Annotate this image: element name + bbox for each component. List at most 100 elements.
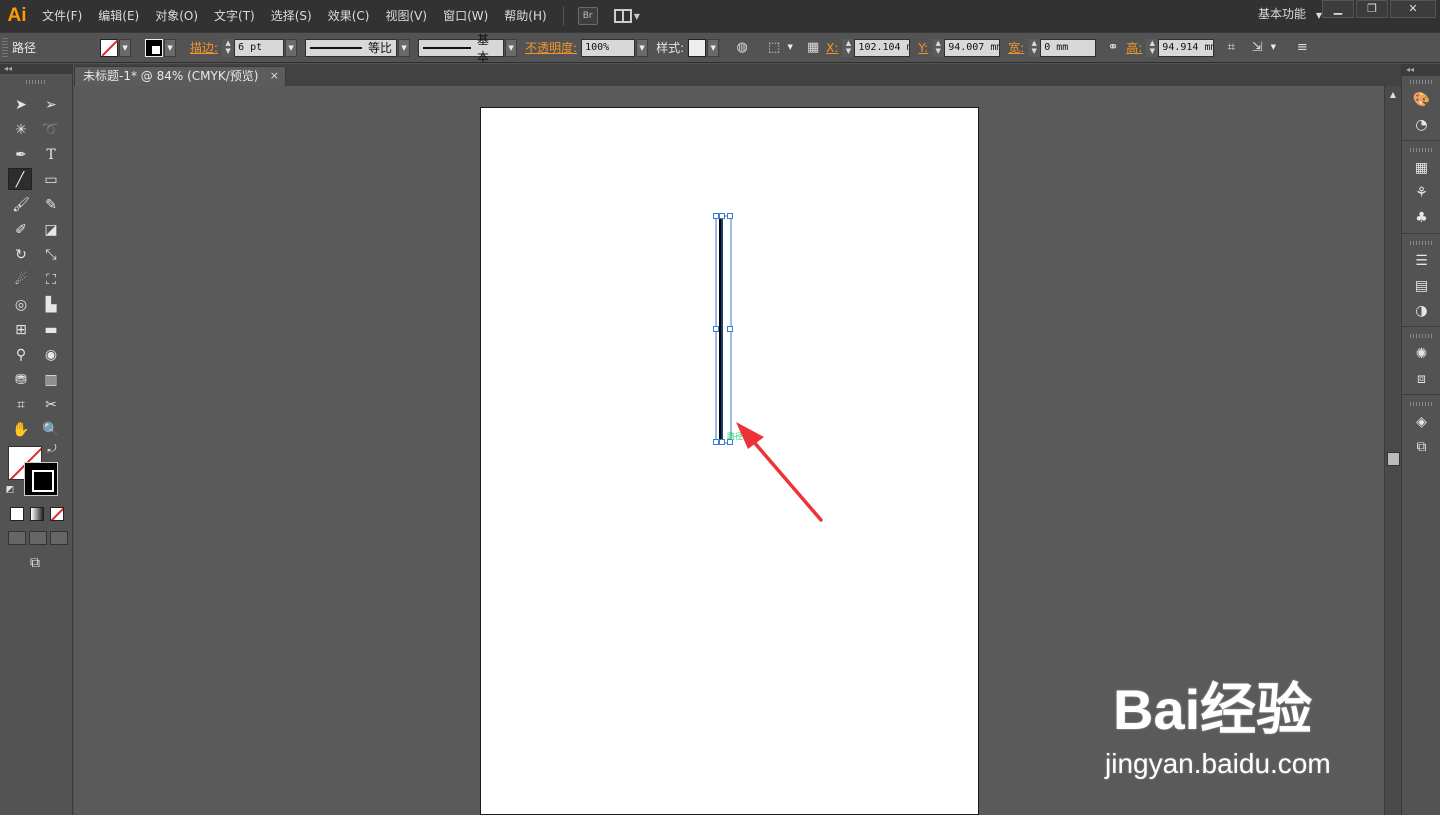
mesh-tool-icon[interactable]: ⊞: [9, 319, 33, 341]
stroke-dropdown[interactable]: ▼: [164, 38, 177, 57]
workspace-switcher[interactable]: 基本功能 ▼: [1250, 0, 1330, 32]
y-stepper[interactable]: ▲ ▼: [932, 38, 945, 57]
height-stepper[interactable]: ▲ ▼: [1146, 38, 1159, 57]
restore-icon[interactable]: ❐: [1356, 0, 1388, 18]
x-input[interactable]: 102.104 m: [854, 38, 911, 57]
y-label[interactable]: Y:: [918, 41, 928, 55]
panel-grip[interactable]: [26, 80, 46, 84]
artboards-panel-icon[interactable]: ⧉: [1402, 435, 1440, 460]
fill-swatch[interactable]: [100, 38, 119, 57]
paintbrush-tool-icon[interactable]: 🖌: [9, 194, 33, 216]
document-tab[interactable]: 未标题-1* @ 84% (CMYK/预览) ×: [74, 66, 286, 86]
fill-dropdown[interactable]: ▼: [119, 38, 132, 57]
brush-definition-select[interactable]: 基本: [418, 33, 505, 64]
stroke-label[interactable]: 描边:: [190, 39, 218, 56]
symbols-panel-icon[interactable]: ♣: [1402, 206, 1440, 231]
stroke-weight-dropdown[interactable]: ▼: [285, 38, 298, 57]
default-fill-stroke-icon[interactable]: ◩: [4, 484, 16, 496]
collapse-icon[interactable]: ◂◂: [0, 64, 72, 74]
panel-grip[interactable]: [1410, 80, 1432, 84]
expand-panels-icon[interactable]: ◂◂: [1402, 64, 1440, 76]
symbol-sprayer-tool-icon[interactable]: ⛃: [9, 369, 33, 391]
panel-menu-icon[interactable]: ≡: [1293, 39, 1311, 57]
stroke-weight-input[interactable]: 6 pt: [234, 38, 285, 57]
menu-effect[interactable]: 效果(C): [320, 0, 378, 32]
y-input[interactable]: 94.007 mm: [944, 38, 1001, 57]
eraser-tool-icon[interactable]: ◪: [39, 219, 63, 241]
stroke-color-swatch[interactable]: [24, 462, 58, 496]
blend-tool-icon[interactable]: ◉: [39, 344, 63, 366]
transform-icon[interactable]: ⌗: [1222, 39, 1240, 57]
bridge-button[interactable]: Br: [577, 7, 598, 25]
stroke-swatch[interactable]: [145, 38, 164, 57]
isolate-dropdown[interactable]: ▼: [1267, 39, 1279, 57]
artboard-tool-icon[interactable]: ⌗: [9, 394, 33, 416]
width-label[interactable]: 宽:: [1008, 39, 1024, 56]
hand-tool-icon[interactable]: ✋: [9, 419, 33, 441]
zoom-tool-icon[interactable]: 🔍: [39, 419, 63, 441]
opacity-input[interactable]: 100%: [581, 38, 636, 57]
rectangle-tool-icon[interactable]: ▭: [39, 169, 63, 191]
line-segment-tool-icon[interactable]: ╱: [8, 168, 32, 190]
panel-grip[interactable]: [1410, 148, 1432, 152]
menu-file[interactable]: 文件(F): [34, 0, 90, 32]
reference-point-icon[interactable]: ▦: [804, 39, 822, 57]
draw-behind-icon[interactable]: [29, 531, 47, 545]
gradient-tool-icon[interactable]: ▬: [39, 319, 63, 341]
brush-dropdown[interactable]: ▼: [505, 38, 518, 57]
panel-grip[interactable]: [1410, 402, 1432, 406]
selection-tool-icon[interactable]: ➤: [9, 94, 33, 116]
menu-window[interactable]: 窗口(W): [435, 0, 496, 32]
rotate-tool-icon[interactable]: ↻: [9, 244, 33, 266]
constrain-proportions-icon[interactable]: ⚭: [1104, 39, 1122, 57]
menu-object[interactable]: 对象(O): [147, 0, 206, 32]
opacity-label[interactable]: 不透明度:: [525, 39, 577, 56]
none-mode-icon[interactable]: [50, 507, 64, 521]
panel-grip[interactable]: [1410, 334, 1432, 338]
scroll-up-icon[interactable]: ▲: [1385, 90, 1401, 99]
height-input[interactable]: 94.914 mm: [1158, 38, 1215, 57]
menu-select[interactable]: 选择(S): [263, 0, 320, 32]
x-label[interactable]: X:: [826, 41, 838, 55]
pencil-tool-icon[interactable]: ✎: [39, 194, 63, 216]
direct-selection-tool-icon[interactable]: ➢: [39, 94, 63, 116]
x-stepper[interactable]: ▲ ▼: [842, 38, 855, 57]
align-to-selection-icon[interactable]: ⬚: [765, 39, 783, 57]
swap-fill-stroke-icon[interactable]: ⤾: [44, 442, 60, 456]
brushes-panel-icon[interactable]: ⚘: [1402, 181, 1440, 206]
scale-tool-icon[interactable]: ⤡: [39, 244, 63, 266]
warp-tool-icon[interactable]: ☄: [9, 269, 33, 291]
menu-help[interactable]: 帮助(H): [496, 0, 554, 32]
perspective-grid-tool-icon[interactable]: ▙: [39, 294, 63, 316]
pen-tool-icon[interactable]: ✒: [9, 144, 33, 166]
stroke-weight-stepper[interactable]: ▲ ▼: [222, 38, 235, 57]
width-input[interactable]: 0 mm: [1040, 38, 1097, 57]
align-dropdown[interactable]: ▼: [784, 39, 796, 57]
stroke-panel-icon[interactable]: ☰: [1402, 249, 1440, 274]
gradient-mode-icon[interactable]: [30, 507, 44, 521]
shape-builder-tool-icon[interactable]: ◎: [9, 294, 33, 316]
color-mode-icon[interactable]: [10, 507, 24, 521]
eyedropper-tool-icon[interactable]: ⚲: [9, 344, 33, 366]
profile-dropdown[interactable]: ▼: [398, 38, 411, 57]
magic-wand-tool-icon[interactable]: ✳: [9, 119, 33, 141]
isolate-group-icon[interactable]: ⇲: [1248, 39, 1266, 57]
column-graph-tool-icon[interactable]: ▥: [39, 369, 63, 391]
minimize-icon[interactable]: ▁: [1322, 0, 1354, 18]
swatches-panel-icon[interactable]: ▦: [1402, 156, 1440, 181]
scrollbar-thumb[interactable]: [1387, 452, 1400, 466]
color-guide-icon[interactable]: ◔: [1402, 113, 1440, 138]
recolor-artwork-icon[interactable]: ◍: [733, 39, 751, 57]
arrange-documents-button[interactable]: ▼: [613, 9, 640, 23]
opacity-dropdown[interactable]: ▼: [636, 38, 649, 57]
width-stepper[interactable]: ▲ ▼: [1028, 38, 1041, 57]
close-tab-icon[interactable]: ×: [270, 67, 279, 85]
menu-type[interactable]: 文字(T): [206, 0, 263, 32]
graphic-style-dropdown[interactable]: ▼: [707, 38, 720, 57]
slice-tool-icon[interactable]: ✂: [39, 394, 63, 416]
layers-panel-icon[interactable]: ◈: [1402, 410, 1440, 435]
gradient-panel-icon[interactable]: ▤: [1402, 274, 1440, 299]
vertical-scrollbar[interactable]: ▲: [1384, 86, 1401, 815]
height-label[interactable]: 高:: [1126, 39, 1142, 56]
lasso-tool-icon[interactable]: ➰: [39, 119, 63, 141]
